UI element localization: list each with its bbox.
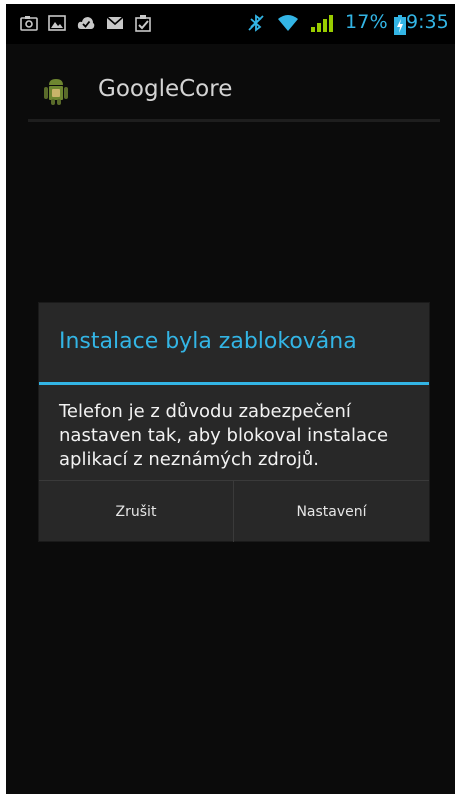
camera-icon <box>20 14 38 32</box>
clock: 9:35 <box>406 11 449 33</box>
dialog-title-divider <box>39 382 429 385</box>
dialog-button-bar: Zrušit Nastavení <box>39 480 429 542</box>
dialog-title: Instalace byla zablokována <box>59 329 357 354</box>
cancel-button[interactable]: Zrušit <box>39 481 233 542</box>
action-bar: GoogleCore <box>6 44 455 128</box>
cloud-check-icon <box>77 14 95 32</box>
install-blocked-dialog: Instalace byla zablokována Telefon je z … <box>39 303 429 542</box>
dialog-message: Telefon je z důvodu zabezpečení nastaven… <box>59 401 389 470</box>
bluetooth-mute-icon <box>247 14 265 32</box>
clipboard-check-icon <box>134 14 152 32</box>
status-bar: 17% 9:35 <box>6 4 455 44</box>
battery-percent: 17% <box>345 11 388 33</box>
mail-icon <box>106 14 124 32</box>
battery-charging-icon <box>394 15 406 35</box>
action-bar-divider <box>28 119 440 122</box>
phone-screen: 17% 9:35 GoogleCore Instalace byla zablo… <box>6 4 455 794</box>
wifi-icon <box>277 14 299 32</box>
image-icon <box>48 14 66 32</box>
signal-icon <box>309 14 335 32</box>
android-icon[interactable] <box>44 78 68 106</box>
settings-button[interactable]: Nastavení <box>234 481 429 542</box>
app-title: GoogleCore <box>98 76 233 102</box>
